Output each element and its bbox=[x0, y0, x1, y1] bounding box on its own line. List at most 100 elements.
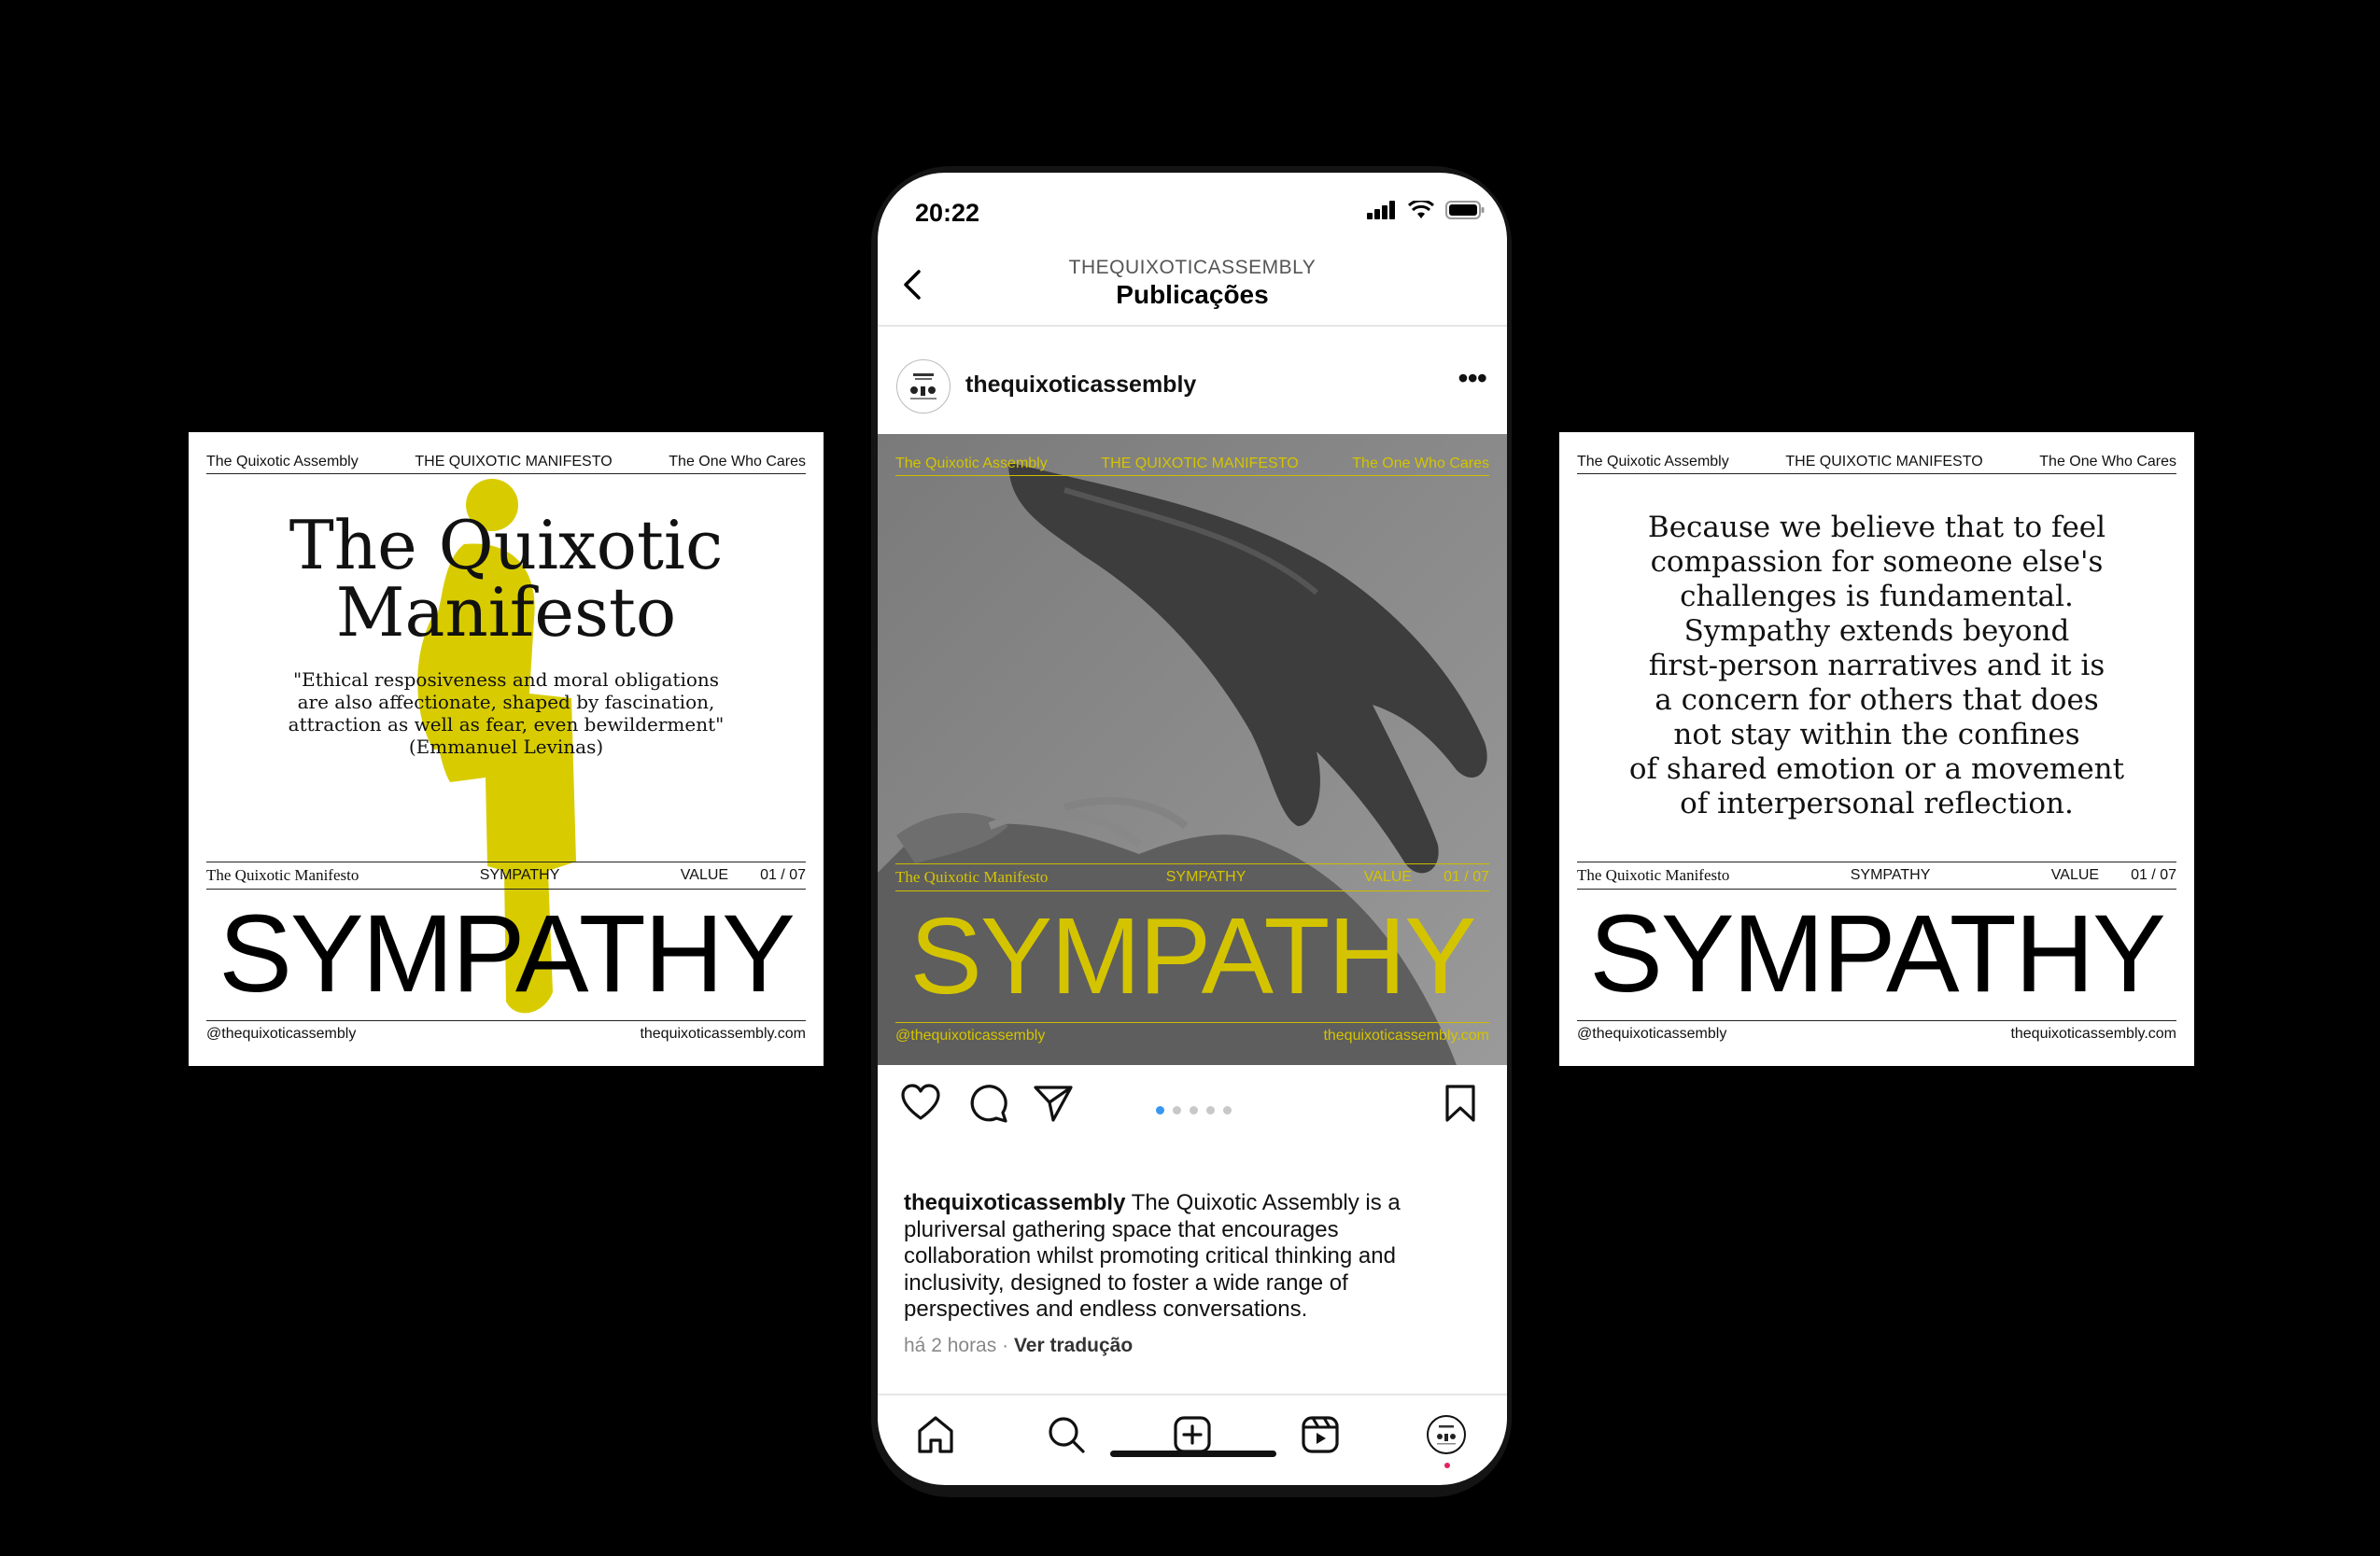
paragraph-line: not stay within the confines bbox=[1673, 718, 2080, 751]
footer-handle: @thequixoticassembly bbox=[1577, 1026, 1727, 1042]
meta-left: The Quixotic Manifesto bbox=[206, 866, 359, 884]
paragraph-line: of shared emotion or a movement bbox=[1628, 752, 2125, 786]
meta-right: VALUE 01 / 07 bbox=[1364, 869, 1489, 886]
meta-center: SYMPATHY bbox=[1850, 867, 1931, 883]
signal-icon bbox=[1367, 201, 1395, 219]
paragraph-line: of interpersonal reflection. bbox=[1680, 787, 2074, 820]
quote-line: attraction as well as fear, even bewilde… bbox=[288, 713, 725, 736]
quote-line: "Ethical resposiveness and moral obligat… bbox=[292, 668, 720, 691]
right-slide-card: The Quixotic Assembly THE QUIXOTIC MANIF… bbox=[1559, 432, 2194, 1066]
image-meta-row: The Quixotic Manifesto SYMPATHY VALUE 01… bbox=[895, 863, 1489, 891]
image-header: The Quixotic Assembly THE QUIXOTIC MANIF… bbox=[895, 453, 1489, 476]
footer-handle: @thequixoticassembly bbox=[206, 1026, 357, 1042]
header-brand: The Quixotic Assembly bbox=[1577, 454, 1729, 470]
header-title: THE QUIXOTIC MANIFESTO bbox=[415, 454, 613, 470]
notification-dot bbox=[1444, 1463, 1450, 1468]
post-caption: thequixoticassembly The Quixotic Assembl… bbox=[904, 1190, 1470, 1324]
header-divider bbox=[878, 325, 1507, 327]
header-title: THE QUIXOTIC MANIFESTO bbox=[1101, 456, 1299, 471]
meta-value: VALUE bbox=[680, 867, 729, 883]
meta-right: VALUE 01 / 07 bbox=[2051, 867, 2176, 884]
image-footer: @thequixoticassembly thequixoticassembly… bbox=[895, 1022, 1489, 1049]
phone-screen: 20:22 THEQUIXOTICASSEMBLY Publicações th… bbox=[878, 173, 1507, 1485]
caption-username[interactable]: thequixoticassembly bbox=[904, 1190, 1125, 1215]
post-meta: há 2 horas · Ver tradução bbox=[904, 1335, 1133, 1357]
share-icon[interactable] bbox=[1033, 1083, 1074, 1124]
carousel-dot[interactable] bbox=[1156, 1106, 1164, 1114]
header-brand: The Quixotic Assembly bbox=[895, 456, 1048, 471]
home-icon[interactable] bbox=[915, 1414, 956, 1455]
quote-author: (Emmanuel Levinas) bbox=[408, 736, 604, 758]
footer-url: thequixoticassembly.com bbox=[2010, 1026, 2176, 1042]
meta-page: 01 / 07 bbox=[2131, 867, 2176, 883]
footer-url: thequixoticassembly.com bbox=[1323, 1028, 1489, 1044]
big-word: SYMPATHY bbox=[1589, 892, 2166, 1016]
paragraph-line: challenges is fundamental. bbox=[1680, 580, 2074, 613]
meta-center: SYMPATHY bbox=[479, 867, 560, 883]
carousel-dot[interactable] bbox=[1190, 1106, 1198, 1114]
post-image[interactable]: The Quixotic Assembly THE QUIXOTIC MANIF… bbox=[878, 434, 1507, 1065]
status-icons bbox=[1367, 201, 1485, 219]
header-brand: The Quixotic Assembly bbox=[206, 454, 359, 470]
header-title: THE QUIXOTIC MANIFESTO bbox=[1785, 454, 1983, 470]
create-post-icon[interactable] bbox=[1172, 1414, 1213, 1455]
sympathy-paragraph: Because we believe that to feel compassi… bbox=[1587, 511, 2166, 821]
footer-handle: @thequixoticassembly bbox=[895, 1028, 1046, 1044]
home-indicator bbox=[1110, 1451, 1276, 1457]
footer-url: thequixoticassembly.com bbox=[640, 1026, 806, 1042]
big-word: SYMPATHY bbox=[909, 895, 1477, 1016]
carousel-indicator bbox=[1156, 1106, 1232, 1114]
meta-left: The Quixotic Manifesto bbox=[1577, 866, 1730, 884]
meta-center: SYMPATHY bbox=[1165, 869, 1246, 885]
quote-line: are also affectionate, shaped by fascina… bbox=[297, 691, 715, 713]
reels-icon[interactable] bbox=[1300, 1414, 1341, 1455]
meta-right: VALUE 01 / 07 bbox=[681, 867, 806, 884]
card-meta-row: The Quixotic Manifesto SYMPATHY VALUE 01… bbox=[1577, 862, 2176, 890]
tabbar-divider bbox=[878, 1394, 1507, 1395]
meta-separator: · bbox=[1002, 1335, 1009, 1356]
profile-avatar-icon[interactable] bbox=[1426, 1414, 1467, 1455]
wifi-icon bbox=[1408, 201, 1434, 218]
manifesto-title: The Quixotic Manifesto bbox=[189, 512, 824, 646]
card-footer: @thequixoticassembly thequixoticassembly… bbox=[1577, 1020, 2176, 1047]
status-time: 20:22 bbox=[915, 199, 980, 227]
card-meta-row: The Quixotic Manifesto SYMPATHY VALUE 01… bbox=[206, 862, 806, 890]
meta-value: VALUE bbox=[1363, 869, 1413, 885]
title-line: Manifesto bbox=[335, 573, 677, 652]
nav-username: THEQUIXOTICASSEMBLY bbox=[1068, 257, 1317, 278]
paragraph-line: Sympathy extends beyond bbox=[1683, 614, 2070, 648]
meta-value: VALUE bbox=[2050, 867, 2100, 883]
translate-link[interactable]: Ver tradução bbox=[1014, 1335, 1133, 1356]
post-username[interactable]: thequixoticassembly bbox=[965, 371, 1196, 399]
meta-page: 01 / 07 bbox=[760, 867, 806, 883]
battery-icon bbox=[1445, 201, 1485, 219]
card-footer: @thequixoticassembly thequixoticassembly… bbox=[206, 1020, 806, 1047]
title-line: The Quixotic bbox=[289, 506, 724, 584]
header-subtitle: The One Who Cares bbox=[1352, 456, 1489, 471]
carousel-dot[interactable] bbox=[1173, 1106, 1181, 1114]
left-slide-card: The Quixotic Assembly THE QUIXOTIC MANIF… bbox=[189, 432, 824, 1066]
levinas-quote: "Ethical resposiveness and moral obligat… bbox=[245, 668, 768, 758]
heart-icon[interactable] bbox=[900, 1083, 941, 1124]
meta-left: The Quixotic Manifesto bbox=[895, 868, 1049, 886]
header-subtitle: The One Who Cares bbox=[669, 454, 806, 470]
more-options-icon[interactable]: ••• bbox=[1458, 363, 1487, 393]
carousel-dot[interactable] bbox=[1223, 1106, 1232, 1114]
meta-page: 01 / 07 bbox=[1443, 869, 1489, 885]
paragraph-line: first-person narratives and it is bbox=[1648, 649, 2105, 682]
paragraph-line: Because we believe that to feel bbox=[1647, 511, 2106, 544]
card-header: The Quixotic Assembly THE QUIXOTIC MANIF… bbox=[1577, 451, 2176, 474]
paragraph-line: compassion for someone else's bbox=[1650, 545, 2104, 579]
header-subtitle: The One Who Cares bbox=[2039, 454, 2176, 470]
nav-title: Publicações bbox=[1116, 280, 1269, 309]
assembly-logo-icon bbox=[900, 363, 947, 410]
search-icon[interactable] bbox=[1046, 1414, 1087, 1455]
post-avatar[interactable] bbox=[896, 359, 951, 414]
card-header: The Quixotic Assembly THE QUIXOTIC MANIF… bbox=[206, 451, 806, 474]
comment-icon[interactable] bbox=[967, 1083, 1008, 1124]
carousel-dot[interactable] bbox=[1206, 1106, 1215, 1114]
post-time: há 2 horas bbox=[904, 1335, 997, 1356]
paragraph-line: a concern for others that does bbox=[1655, 683, 2099, 717]
bookmark-icon[interactable] bbox=[1442, 1083, 1479, 1124]
big-word: SYMPATHY bbox=[218, 892, 796, 1016]
